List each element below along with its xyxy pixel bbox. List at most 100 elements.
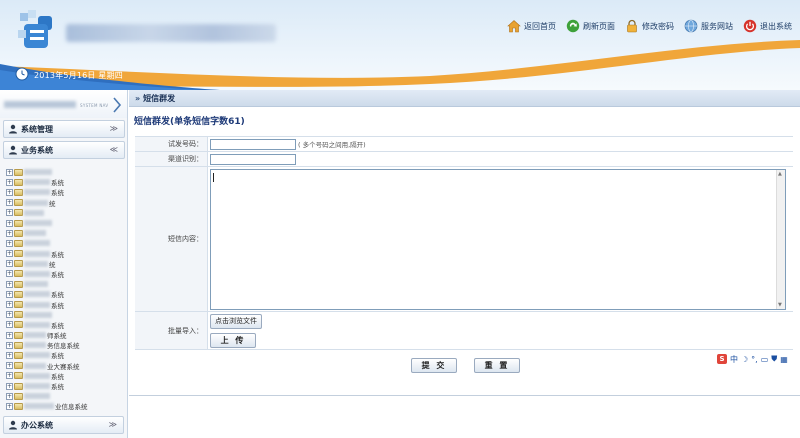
skin-icon[interactable]: ⛊ xyxy=(771,354,777,364)
expand-plus-icon[interactable]: + xyxy=(6,372,13,380)
expand-plus-icon[interactable]: + xyxy=(6,321,13,329)
blurred-text xyxy=(24,311,52,318)
expand-plus-icon[interactable]: + xyxy=(6,178,13,186)
reset-button[interactable]: 重 置 xyxy=(474,358,520,373)
nav-service-site[interactable]: 服务网站 xyxy=(684,19,733,33)
punctuation-icon[interactable]: °, xyxy=(751,355,758,364)
tree-item[interactable]: + 统 xyxy=(6,259,127,269)
test-number-input[interactable] xyxy=(210,138,296,150)
nav-change-password[interactable]: 修改密码 xyxy=(625,19,674,33)
tree-item[interactable]: + 务信息系统 xyxy=(6,340,127,350)
tree-item[interactable]: + 系统 xyxy=(6,320,127,330)
tree-item[interactable]: + 系统 xyxy=(6,289,127,299)
tree-item-label: 系统 xyxy=(51,179,64,188)
scroll-up-icon[interactable]: ▲ xyxy=(778,171,782,177)
tree-item[interactable]: + xyxy=(6,167,127,177)
expand-plus-icon[interactable]: + xyxy=(6,219,13,227)
folder-icon xyxy=(14,178,23,186)
tree-item[interactable]: + 师系统 xyxy=(6,330,127,340)
tree-item[interactable]: + 业信息系统 xyxy=(6,401,127,411)
expand-plus-icon[interactable]: + xyxy=(6,331,13,339)
textarea-scrollbar[interactable]: ▲ ▼ xyxy=(776,169,785,309)
sidebar-group-business[interactable]: 业务系统 ≪ xyxy=(3,141,125,159)
tree-item[interactable]: + xyxy=(6,208,127,218)
collapse-chevron-icon[interactable] xyxy=(111,96,123,114)
folder-icon xyxy=(14,351,23,359)
sogou-icon[interactable]: S xyxy=(717,354,727,364)
expand-plus-icon[interactable]: + xyxy=(6,301,13,309)
blurred-text xyxy=(24,403,54,410)
tree-item[interactable]: + 系统 xyxy=(6,249,127,259)
sms-content-textarea[interactable]: ▲ ▼ xyxy=(210,168,786,310)
test-number-hint: ( 多个号码之间用,隔开) xyxy=(298,141,366,149)
keyboard-icon[interactable]: ▭ xyxy=(761,355,769,364)
nav-logout-label: 退出系统 xyxy=(760,21,792,31)
expand-icon: ≫ xyxy=(109,124,118,133)
submit-button[interactable]: 提 交 xyxy=(411,358,457,373)
tree-item[interactable]: + 系统 xyxy=(6,299,127,310)
expand-plus-icon[interactable]: + xyxy=(6,351,13,359)
tree-item[interactable]: + 系统 xyxy=(6,269,127,279)
blurred-text xyxy=(24,209,44,216)
folder-icon xyxy=(14,209,23,217)
nav-home-label: 返回首页 xyxy=(524,21,556,31)
home-icon xyxy=(507,20,521,33)
expand-plus-icon[interactable]: + xyxy=(6,239,13,247)
expand-plus-icon[interactable]: + xyxy=(6,188,13,196)
expand-plus-icon[interactable]: + xyxy=(6,260,13,268)
tree-item[interactable]: + xyxy=(6,310,127,320)
expand-plus-icon[interactable]: + xyxy=(6,392,13,400)
nav-logout[interactable]: 退出系统 xyxy=(743,19,792,33)
tree-item[interactable]: + 系统 xyxy=(6,187,127,197)
tree-item[interactable]: + xyxy=(6,279,127,289)
nav-refresh[interactable]: 刷新页面 xyxy=(566,19,615,33)
scroll-down-icon[interactable]: ▼ xyxy=(778,302,782,308)
header: 返回首页 刷新页面 修改密码 服务网站 退出系统 2013年5月16日 星期四 xyxy=(0,0,800,90)
tree-item[interactable]: + 统 xyxy=(6,198,127,208)
channel-input[interactable] xyxy=(210,153,296,165)
folder-icon xyxy=(14,372,23,380)
tree-item[interactable]: + 业大赛系统 xyxy=(6,361,127,371)
blurred-text xyxy=(24,199,48,206)
expand-plus-icon[interactable]: + xyxy=(6,311,13,319)
user-icon xyxy=(9,145,17,155)
expand-plus-icon[interactable]: + xyxy=(6,270,13,278)
folder-icon xyxy=(14,311,23,319)
tree-item-label: 系统 xyxy=(51,250,64,259)
nav-home[interactable]: 返回首页 xyxy=(507,19,556,33)
tree-item[interactable]: + xyxy=(6,228,127,238)
tree-item[interactable]: + 系统 xyxy=(6,371,127,381)
current-date: 2013年5月16日 星期四 xyxy=(34,71,123,80)
upload-button[interactable]: 上 传 xyxy=(210,332,256,348)
folder-icon xyxy=(14,229,23,237)
expand-plus-icon[interactable]: + xyxy=(6,229,13,237)
ime-toolbar[interactable]: S 中 ☽ °, ▭ ⛊ ▦ xyxy=(717,352,799,366)
tree-item[interactable]: + xyxy=(6,218,127,228)
nav-refresh-label: 刷新页面 xyxy=(583,21,615,31)
expand-plus-icon[interactable]: + xyxy=(6,382,13,390)
blurred-text xyxy=(24,169,52,176)
chinese-mode-icon[interactable]: 中 xyxy=(730,354,738,365)
folder-icon xyxy=(14,250,23,258)
site-name-blurred xyxy=(66,24,276,42)
sidebar-group-office[interactable]: 办公系统 ≫ xyxy=(3,416,124,434)
tree-item[interactable]: + 系统 xyxy=(6,381,127,391)
expand-plus-icon[interactable]: + xyxy=(6,168,13,176)
tree-item[interactable]: + xyxy=(6,238,127,248)
sidebar-group-system[interactable]: 系统管理 ≫ xyxy=(3,120,125,138)
row-content: 短信内容： ▲ ▼ xyxy=(135,167,793,312)
expand-plus-icon[interactable]: + xyxy=(6,199,13,207)
expand-plus-icon[interactable]: + xyxy=(6,209,13,217)
expand-plus-icon[interactable]: + xyxy=(6,362,13,370)
expand-plus-icon[interactable]: + xyxy=(6,290,13,298)
expand-plus-icon[interactable]: + xyxy=(6,280,13,288)
tree-item[interactable]: + xyxy=(6,391,127,401)
tree-item[interactable]: + 系统 xyxy=(6,177,127,187)
half-width-icon[interactable]: ☽ xyxy=(741,355,748,364)
tree-item[interactable]: + 系统 xyxy=(6,350,127,360)
expand-plus-icon[interactable]: + xyxy=(6,402,13,410)
browse-file-button[interactable]: 点击浏览文件 xyxy=(210,313,262,329)
expand-plus-icon[interactable]: + xyxy=(6,250,13,258)
toolbox-icon[interactable]: ▦ xyxy=(780,355,788,364)
expand-plus-icon[interactable]: + xyxy=(6,341,13,349)
